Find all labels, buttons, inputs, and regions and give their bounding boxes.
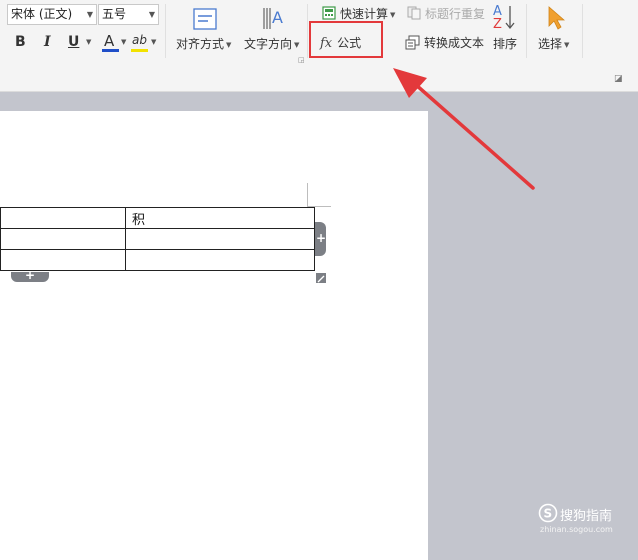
add-row-handle[interactable]: +	[11, 268, 49, 282]
align-icon	[193, 8, 217, 30]
annotation-arrow	[393, 68, 535, 190]
margin-marker	[307, 183, 308, 207]
quick-calc-label: 快速计算	[340, 7, 389, 21]
highlight-bar	[131, 49, 148, 52]
sogou-logo-icon: S	[538, 503, 558, 523]
font-size-value: 五号	[102, 7, 127, 21]
plus-icon: +	[25, 268, 36, 282]
underline-dropdown-icon[interactable]: ▼	[86, 38, 91, 46]
text-direction-button[interactable]: 文字方向 ▼	[244, 35, 299, 52]
chevron-down-icon: ▼	[390, 10, 396, 19]
text-direction-label: 文字方向	[244, 37, 293, 51]
svg-text:S: S	[544, 507, 553, 521]
table-cell[interactable]	[125, 228, 315, 250]
select-button[interactable]: 选择 ▼	[538, 35, 569, 52]
chevron-down-icon: ▼	[564, 40, 570, 49]
convert-icon	[405, 35, 420, 50]
toolbar-divider	[165, 4, 166, 58]
document-page[interactable]	[0, 111, 428, 560]
add-column-handle[interactable]: +	[315, 222, 326, 256]
convert-to-text-button[interactable]: 转换成文本	[405, 34, 484, 51]
highlight-icon: ab	[132, 33, 147, 47]
font-color-icon: A	[104, 32, 115, 50]
table-cell[interactable]: 积	[125, 207, 315, 229]
text-direction-icon: A	[263, 8, 283, 29]
watermark-brand: 搜狗指南	[560, 509, 613, 524]
arrow-down-icon	[505, 6, 515, 30]
title-repeat-icon	[407, 6, 421, 20]
toolbar-divider	[307, 4, 308, 58]
bold-button[interactable]: B	[15, 34, 26, 50]
table-cell[interactable]	[0, 207, 126, 229]
table-row	[0, 228, 315, 250]
toolbar-divider	[526, 4, 527, 58]
watermark-url: zhinan.sogou.com	[540, 525, 613, 534]
calculator-icon	[322, 6, 336, 20]
align-button[interactable]: 对齐方式 ▼	[176, 35, 231, 52]
table-cell[interactable]	[0, 228, 126, 250]
table-row: 积	[0, 207, 315, 229]
title-row-repeat-button[interactable]: 标题行重复	[407, 5, 485, 22]
chevron-down-icon: ▼	[226, 40, 232, 49]
highlight-dropdown-icon[interactable]: ▼	[151, 38, 156, 46]
table-cell[interactable]	[125, 249, 315, 271]
formula-highlight-box	[309, 21, 383, 58]
sort-label: 排序	[493, 37, 518, 51]
quick-calc-button[interactable]: 快速计算 ▼	[322, 5, 395, 22]
title-repeat-label: 标题行重复	[425, 7, 486, 21]
italic-button[interactable]: I	[44, 34, 51, 50]
sort-icon: A Z	[493, 4, 519, 32]
resize-icon	[317, 275, 325, 283]
align-label: 对齐方式	[176, 37, 225, 51]
cursor-icon	[548, 6, 565, 30]
font-name-value: 宋体 (正文)	[11, 7, 73, 21]
plus-icon: +	[316, 231, 327, 245]
select-label: 选择	[538, 37, 563, 51]
font-color-dropdown-icon[interactable]: ▼	[121, 38, 126, 46]
font-size-dropdown[interactable]: 五号 ▼	[98, 4, 159, 25]
svg-text:A: A	[272, 8, 283, 27]
chevron-down-icon: ▼	[294, 40, 300, 49]
font-color-button[interactable]: A	[102, 32, 120, 54]
chevron-down-icon: ▼	[86, 10, 93, 19]
table-cell[interactable]	[0, 249, 126, 271]
watermark: S 搜狗指南 zhinan.sogou.com	[538, 503, 634, 543]
toolbar-divider	[582, 4, 583, 58]
word-table[interactable]: 积	[0, 207, 315, 271]
highlight-button[interactable]: ab	[131, 32, 149, 54]
dialog-launcher-icon[interactable]: ◲	[298, 56, 305, 64]
sort-button[interactable]: 排序	[493, 35, 517, 52]
chevron-down-icon: ▼	[148, 10, 155, 19]
ribbon-collapse-icon[interactable]: ◪	[614, 74, 623, 84]
convert-label: 转换成文本	[424, 36, 485, 50]
table-resize-handle[interactable]	[316, 273, 326, 283]
table-row	[0, 249, 315, 271]
font-color-bar	[102, 49, 119, 52]
underline-button[interactable]: U	[68, 34, 79, 50]
font-name-dropdown[interactable]: 宋体 (正文) ▼	[7, 4, 97, 25]
